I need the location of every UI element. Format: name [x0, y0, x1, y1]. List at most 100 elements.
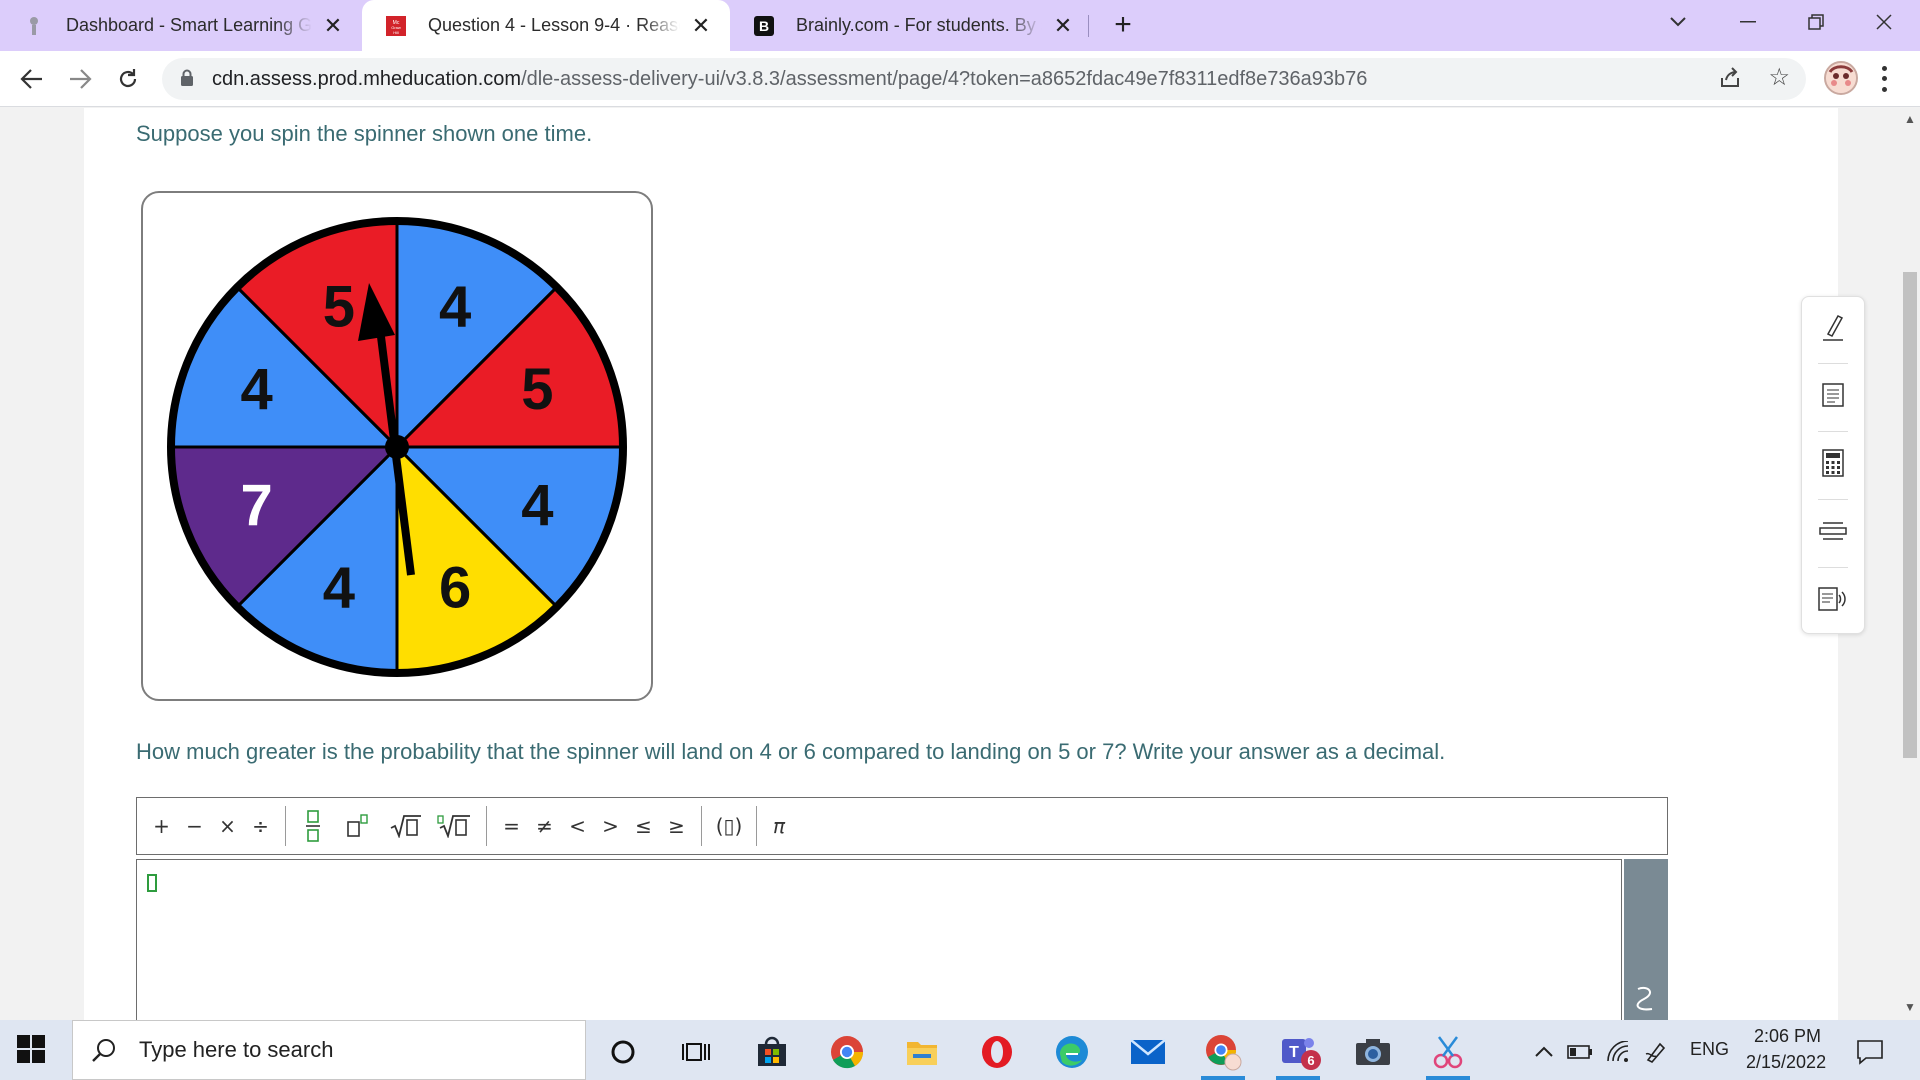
- notepad-tool[interactable]: [1810, 369, 1856, 421]
- greater-than-button[interactable]: >: [594, 798, 627, 854]
- close-icon[interactable]: ✕: [690, 13, 712, 38]
- square-root-icon: [390, 815, 421, 838]
- svg-text:Hill: Hill: [393, 30, 399, 35]
- cortana-icon[interactable]: [595, 1028, 651, 1076]
- times-button[interactable]: ×: [211, 798, 244, 854]
- tab-brainly[interactable]: B Brainly.com - For students. By student…: [730, 0, 1092, 51]
- divide-button[interactable]: ÷: [244, 798, 277, 854]
- url-host: cdn.assess.prod.mheducation.com: [212, 68, 522, 90]
- mcgraw-hill-favicon-icon: Mc Graw Hill: [386, 15, 406, 36]
- superscript-icon: [347, 814, 368, 837]
- search-placeholder: Type here to search: [139, 1037, 334, 1062]
- square-root-button[interactable]: [382, 798, 430, 854]
- address-bar[interactable]: cdn.assess.prod.mheducation.com/dle-asse…: [162, 58, 1806, 100]
- spinner-section-label: 5: [323, 275, 355, 340]
- pen-workspace-icon[interactable]: [1632, 1028, 1680, 1076]
- bookmark-star-icon[interactable]: ☆: [1768, 63, 1790, 92]
- equals-button[interactable]: =: [495, 798, 528, 854]
- spinner-section-label: 7: [240, 473, 272, 538]
- assessment-page: Suppose you spin the spinner shown one t…: [84, 108, 1838, 1020]
- fraction-button[interactable]: [294, 798, 332, 854]
- spinner-section-label: 4: [240, 357, 272, 422]
- spinner-section-label: 5: [521, 357, 553, 422]
- text-to-speech-tool[interactable]: [1810, 573, 1856, 625]
- mail-icon[interactable]: [1120, 1028, 1176, 1076]
- file-explorer-icon[interactable]: [894, 1028, 950, 1076]
- parentheses-button[interactable]: (▯): [710, 798, 748, 854]
- chrome-profile-icon[interactable]: [1195, 1028, 1251, 1080]
- text-to-speech-icon: [1818, 587, 1846, 611]
- lock-icon[interactable]: [180, 69, 194, 92]
- highlighter-tool[interactable]: [1810, 301, 1856, 353]
- teams-icon[interactable]: T 6: [1270, 1028, 1326, 1080]
- plus-button[interactable]: +: [145, 798, 178, 854]
- spinner-svg: 45464745: [167, 217, 627, 677]
- question-prompt: Suppose you spin the spinner shown one t…: [136, 121, 593, 146]
- not-equal-button[interactable]: ≠: [528, 798, 561, 854]
- answer-side-panel[interactable]: [1624, 859, 1668, 1020]
- tab-search-chevron-icon[interactable]: [1650, 0, 1706, 44]
- fraction-icon: [306, 810, 320, 842]
- share-icon[interactable]: [1718, 66, 1742, 95]
- tab-question-4[interactable]: Mc Graw Hill Question 4 - Lesson 9-4 · Rea…: [362, 0, 730, 51]
- tab-separator: [1088, 15, 1089, 37]
- url-path: /dle-assess-delivery-ui/v3.8.3/assessmen…: [521, 68, 1368, 90]
- back-button[interactable]: [14, 61, 50, 97]
- superscript-button[interactable]: [332, 798, 382, 854]
- page-viewport: Suppose you spin the spinner shown one t…: [0, 108, 1900, 1020]
- notifications-icon[interactable]: [1842, 1028, 1898, 1076]
- tool-divider: [1818, 363, 1848, 364]
- minimize-button[interactable]: [1720, 0, 1776, 44]
- tool-divider: [1818, 431, 1848, 432]
- opera-icon[interactable]: [969, 1028, 1025, 1076]
- question-ask: How much greater is the probability that…: [136, 739, 1446, 764]
- greater-equal-button[interactable]: ≥: [660, 798, 693, 854]
- clock-date[interactable]: 2/15/2022: [1746, 1052, 1826, 1073]
- answer-input[interactable]: [136, 859, 1622, 1020]
- close-icon[interactable]: ✕: [322, 13, 344, 38]
- minus-button[interactable]: −: [178, 798, 211, 854]
- less-equal-button[interactable]: ≤: [627, 798, 660, 854]
- snipping-tool-icon[interactable]: [1420, 1028, 1476, 1080]
- browser-menu-icon[interactable]: [1872, 63, 1896, 95]
- nth-root-icon: [437, 815, 470, 838]
- spinner-section-label: 4: [323, 555, 355, 620]
- close-icon[interactable]: ✕: [1052, 13, 1074, 38]
- handwriting-icon: [1636, 987, 1653, 1011]
- nth-root-button[interactable]: [430, 798, 478, 854]
- line-reader-tool[interactable]: [1810, 505, 1856, 557]
- tab-dashboard[interactable]: Dashboard - Smart Learning Gateway ✕: [0, 0, 362, 51]
- scrollbar-thumb[interactable]: [1903, 272, 1917, 758]
- language-indicator[interactable]: ENG: [1690, 1039, 1729, 1060]
- spinner-section-label: 4: [521, 473, 553, 538]
- windows-taskbar: Type here to search T 6 ENG 2:06 PM 2/15…: [0, 1020, 1920, 1080]
- calculator-icon: [1822, 449, 1844, 477]
- task-view-icon[interactable]: [668, 1028, 724, 1076]
- edge-icon[interactable]: [1044, 1028, 1100, 1076]
- restore-button[interactable]: [1788, 0, 1844, 44]
- url-text[interactable]: cdn.assess.prod.mheducation.com/dle-asse…: [212, 68, 1367, 91]
- scroll-down-icon[interactable]: ▼: [1904, 1000, 1916, 1014]
- toolbar-divider: [285, 806, 286, 846]
- reload-button[interactable]: [110, 61, 146, 97]
- windows-start-icon[interactable]: [16, 1034, 46, 1064]
- math-toolbar: + − × ÷ = ≠ < > ≤ ≥ (▯) π: [136, 797, 1668, 855]
- spinner-figure: 45464745: [141, 191, 653, 701]
- scroll-up-icon[interactable]: ▲: [1904, 112, 1916, 126]
- toolbar-divider: [701, 806, 702, 846]
- page-scrollbar[interactable]: ▲ ▼: [1900, 108, 1920, 1020]
- new-tab-button[interactable]: +: [1106, 8, 1140, 42]
- search-icon: [91, 1037, 117, 1063]
- taskbar-search-box[interactable]: Type here to search: [72, 1020, 586, 1080]
- tool-divider: [1818, 567, 1848, 568]
- microsoft-store-icon[interactable]: [744, 1028, 800, 1076]
- clock-time[interactable]: 2:06 PM: [1754, 1026, 1821, 1047]
- chrome-icon[interactable]: [819, 1028, 875, 1076]
- forward-button[interactable]: [62, 61, 98, 97]
- close-window-button[interactable]: [1856, 0, 1912, 44]
- calculator-tool[interactable]: [1810, 437, 1856, 489]
- pi-button[interactable]: π: [765, 798, 793, 854]
- less-than-button[interactable]: <: [561, 798, 594, 854]
- camera-icon[interactable]: [1345, 1028, 1401, 1076]
- profile-avatar[interactable]: [1824, 61, 1858, 95]
